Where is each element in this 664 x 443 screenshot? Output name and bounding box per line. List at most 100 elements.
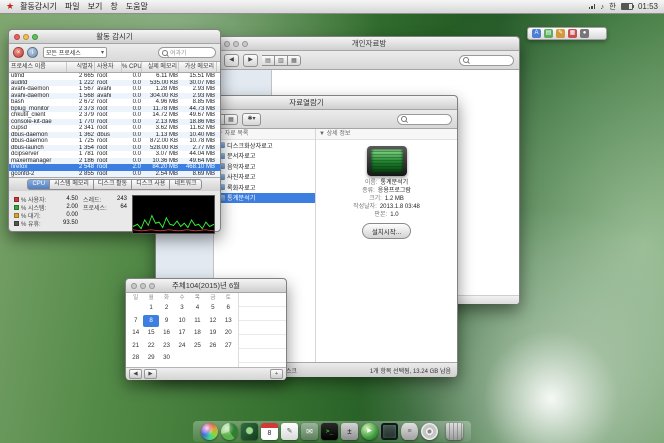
search-input[interactable] — [397, 113, 452, 125]
view-mode-button[interactable]: ▤ — [262, 54, 275, 66]
dock-display-icon[interactable] — [381, 423, 398, 440]
day-cell[interactable]: 22 — [143, 340, 158, 353]
file-list-item[interactable]: 사진자료고 — [214, 172, 315, 183]
forward-button[interactable]: ▶ — [243, 53, 258, 67]
file-list-item[interactable]: 통계분석기 — [214, 192, 315, 203]
next-month-button[interactable]: ▶ — [144, 369, 157, 379]
volume-icon[interactable]: ♪ — [600, 2, 604, 11]
day-cell[interactable]: 30 — [159, 352, 174, 365]
file-list-item[interactable]: 문서자료고 — [214, 151, 315, 162]
stats-tab[interactable]: 디스크 활동 — [93, 179, 133, 190]
zoom-button[interactable] — [149, 282, 155, 289]
menu-item[interactable]: 도움말 — [126, 0, 148, 13]
dock-calculator-icon[interactable]: ± — [341, 423, 358, 440]
prev-month-button[interactable]: ◀ — [129, 369, 142, 379]
column-header-vmem[interactable]: 가상 메모리 — [179, 62, 217, 72]
dock-chart-icon[interactable] — [221, 423, 238, 440]
day-cell[interactable]: 13 — [221, 315, 236, 328]
day-cell[interactable] — [190, 352, 205, 365]
day-cell[interactable]: 5 — [205, 302, 220, 315]
day-cell[interactable] — [221, 352, 236, 365]
dock-server-icon[interactable]: ≡ — [401, 423, 418, 440]
day-cell[interactable]: 11 — [190, 315, 205, 328]
activity-monitor-titlebar[interactable]: 활동 감시기 — [9, 30, 220, 44]
calendar-titlebar[interactable]: 주체104(2015)년 6월 — [126, 279, 286, 293]
dock-disc-icon[interactable] — [421, 423, 438, 440]
day-cell[interactable]: 14 — [128, 327, 143, 340]
day-cell[interactable] — [205, 352, 220, 365]
view-mode-button[interactable]: ▦ — [225, 113, 238, 125]
dock-trash-icon[interactable] — [446, 423, 463, 440]
quit-process-button[interactable]: × — [13, 47, 24, 58]
dock-calendar-icon[interactable]: 8 — [261, 423, 278, 440]
day-cell[interactable]: 4 — [190, 302, 205, 315]
dock-browser-icon[interactable] — [201, 423, 218, 440]
menu-bar-clock[interactable]: 01:53 — [638, 2, 658, 11]
day-cell[interactable]: 3 — [174, 302, 189, 315]
day-cell[interactable]: 27 — [221, 340, 236, 353]
day-cell[interactable]: 29 — [143, 352, 158, 365]
day-cell[interactable]: 21 — [128, 340, 143, 353]
day-cell[interactable] — [128, 302, 143, 315]
menu-item[interactable]: 보기 — [88, 0, 103, 13]
column-header-pid[interactable]: 식별자 — [67, 62, 95, 72]
column-header-user[interactable]: 사용자 — [95, 62, 122, 72]
file-manager-titlebar[interactable]: 개인자료방 — [219, 37, 519, 51]
add-event-button[interactable]: + — [270, 369, 283, 379]
install-button[interactable]: 설치시작... — [361, 223, 412, 239]
dock-notes-icon[interactable]: ✎ — [281, 423, 298, 440]
column-header-cpu[interactable]: % CPU — [122, 62, 142, 72]
close-button[interactable] — [131, 282, 137, 289]
shape-tool-icon[interactable]: ▦ — [568, 29, 577, 38]
day-cell[interactable]: 19 — [205, 327, 220, 340]
text-tool-icon[interactable]: A — [532, 29, 541, 38]
day-cell[interactable]: 6 — [221, 302, 236, 315]
day-cell[interactable]: 25 — [190, 340, 205, 353]
dock-player-icon[interactable]: ▶ — [361, 423, 378, 440]
minimize-button[interactable] — [140, 282, 146, 289]
process-table-header[interactable]: 프로세스 이름 식별자 사용자 % CPU 실제 메모리 가상 메모리 — [9, 62, 220, 73]
search-input[interactable] — [459, 54, 514, 66]
file-list-item[interactable]: 디스크화상자료고 — [214, 140, 315, 151]
day-cell[interactable]: 20 — [221, 327, 236, 340]
menu-item[interactable]: 활동감시기 — [20, 0, 57, 13]
day-cell[interactable]: 7 — [128, 315, 143, 328]
menu-item[interactable]: 창 — [110, 0, 117, 13]
search-input[interactable]: 여과기 — [158, 47, 216, 58]
column-header-name[interactable]: 프로세스 이름 — [9, 62, 67, 72]
day-cell[interactable]: 17 — [174, 327, 189, 340]
back-button[interactable]: ◀ — [224, 53, 239, 67]
view-mode-button[interactable]: ▥ — [275, 54, 288, 66]
close-button[interactable] — [14, 33, 20, 40]
process-row[interactable]: gconfd-2 2 855 root 0.0 2.54 MB 8.69 MB — [9, 170, 220, 177]
system-logo-icon[interactable]: ★ — [6, 0, 14, 13]
dock-photos-icon[interactable] — [241, 423, 258, 440]
close-button[interactable] — [224, 40, 230, 47]
minimize-button[interactable] — [233, 40, 239, 47]
minimize-button[interactable] — [23, 33, 29, 40]
day-cell[interactable]: 2 — [159, 302, 174, 315]
view-mode-button[interactable]: ▦ — [288, 54, 301, 66]
day-cell[interactable]: 9 — [159, 315, 174, 328]
process-filter-dropdown[interactable]: 모든 프로세스 ▾ — [43, 47, 107, 58]
zoom-button[interactable] — [32, 33, 38, 40]
zoom-button[interactable] — [242, 40, 248, 47]
day-cell[interactable]: 18 — [190, 327, 205, 340]
process-table[interactable]: utmd 2 665 root 0.0 6.11 MB 15.51 MB aud… — [9, 73, 220, 177]
dock-terminal-icon[interactable]: >_ — [321, 423, 338, 440]
day-cell[interactable]: 8 — [143, 314, 159, 328]
stats-tab[interactable]: 네트워크 — [170, 179, 202, 190]
color-tool-icon[interactable]: ● — [580, 29, 589, 38]
day-cell[interactable]: 16 — [159, 327, 174, 340]
network-signal-icon[interactable] — [588, 4, 596, 9]
day-cell[interactable]: 12 — [205, 315, 220, 328]
action-menu-button[interactable]: ✱▾ — [242, 112, 261, 126]
menu-item[interactable]: 파일 — [65, 0, 80, 13]
input-language-indicator[interactable]: 한 — [609, 1, 616, 12]
day-cell[interactable] — [174, 352, 189, 365]
stats-tab[interactable]: 디스크 사용 — [132, 179, 171, 190]
file-list-item[interactable]: 음악자료고 — [214, 161, 315, 172]
pen-tool-icon[interactable]: ✎ — [556, 29, 565, 38]
stats-tab[interactable]: 시스템 메모리 — [50, 179, 94, 190]
day-cell[interactable]: 23 — [159, 340, 174, 353]
